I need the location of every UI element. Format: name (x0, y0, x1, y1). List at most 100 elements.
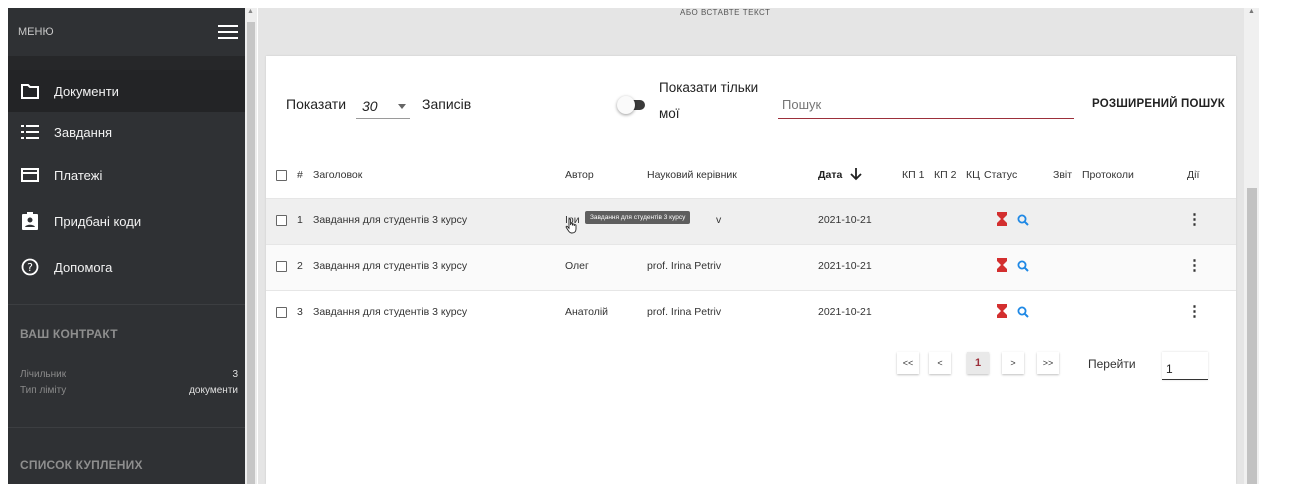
page-last-button[interactable]: >> (1037, 352, 1059, 374)
search-icon[interactable] (1017, 213, 1029, 231)
row-checkbox[interactable] (276, 215, 287, 226)
col-report: Звіт (1053, 169, 1073, 181)
sidebar: МЕНЮ Документи Завдання Платежі Придбані… (8, 8, 256, 484)
hamburger-icon[interactable] (218, 25, 238, 39)
row-supervisor: v (716, 214, 722, 226)
help-icon: ? (20, 257, 40, 277)
col-kp2: КП 2 (934, 169, 957, 181)
sidebar-item-help[interactable]: ? Допомога (8, 244, 256, 290)
row-title[interactable]: Завдання для студентів 3 курсу (313, 260, 467, 272)
sidebar-separator (8, 427, 256, 428)
badge-icon (20, 211, 40, 231)
table-header: # Заголовок Автор Науковий керівник Дата… (266, 152, 1236, 198)
hourglass-icon (997, 258, 1007, 277)
sidebar-item-label: Придбані коди (54, 213, 142, 229)
col-title[interactable]: Заголовок (313, 169, 362, 181)
hourglass-icon (997, 212, 1007, 231)
sidebar-item-documents[interactable]: Документи (8, 70, 256, 112)
row-title[interactable]: Завдання для студентів 3 курсу (313, 306, 467, 318)
table-toolbar: Показати 30 Записів Показати тільки мої … (266, 56, 1236, 152)
more-vert-icon[interactable]: ⋮ (1187, 210, 1202, 228)
contract-counter: Лічильник 3 (8, 367, 256, 383)
show-label: Показати (286, 96, 347, 112)
more-vert-icon[interactable]: ⋮ (1187, 256, 1202, 274)
hand-cursor-icon (565, 218, 579, 239)
purchased-list-title: СПИСОК КУПЛЕНИХ (20, 458, 143, 472)
col-author[interactable]: Автор (565, 169, 594, 181)
row-checkbox[interactable] (276, 261, 287, 272)
card-icon (20, 165, 40, 185)
row-title[interactable]: Завдання для студентів 3 курсу (313, 214, 467, 226)
paste-text-label: АБО ВСТАВТЕ ТЕКСТ (680, 8, 771, 17)
counter-value: 3 (232, 369, 238, 380)
limit-value: документи (189, 385, 238, 396)
sidebar-separator (8, 304, 256, 305)
row-date: 2021-10-21 (818, 260, 872, 272)
scrollbar-thumb[interactable] (1247, 188, 1257, 484)
sidebar-scrollbar[interactable]: ▲ (245, 8, 257, 484)
folder-icon (20, 81, 40, 101)
contract-title: ВАШ КОНТРАКТ (20, 327, 118, 341)
row-checkbox[interactable] (276, 307, 287, 318)
sidebar-divider (8, 56, 256, 70)
row-date: 2021-10-21 (818, 214, 872, 226)
page-prev-button[interactable]: < (929, 352, 951, 374)
scrollbar-thumb[interactable] (247, 22, 255, 484)
row-num: 2 (297, 260, 303, 272)
col-kp1: КП 1 (902, 169, 925, 181)
toggle-knob (617, 96, 635, 114)
table-row[interactable]: 2 Завдання для студентів 3 курсу Олег pr… (266, 244, 1236, 290)
only-mine-label-line1: Показати тільки (659, 80, 759, 95)
menu-label: МЕНЮ (18, 26, 54, 38)
tooltip: Завдання для студентів 3 курсу (585, 211, 691, 224)
row-date: 2021-10-21 (818, 306, 872, 318)
col-protocols: Протоколи (1082, 169, 1134, 181)
col-num: # (297, 169, 303, 181)
col-status: Статус (984, 169, 1018, 181)
hourglass-icon (997, 304, 1007, 323)
col-date[interactable]: Дата (818, 169, 842, 181)
main-content: АБО ВСТАВТЕ ТЕКСТ Показати 30 Записів По… (258, 8, 1244, 484)
page-size-select[interactable]: 30 (356, 93, 410, 119)
svg-text:?: ? (27, 261, 33, 274)
advanced-search-button[interactable]: РОЗШИРЕНИЙ ПОШУК (1092, 98, 1225, 110)
page-first-button[interactable]: << (897, 352, 919, 374)
row-num: 1 (297, 214, 303, 226)
sidebar-item-label: Допомога (54, 259, 113, 275)
arrow-down-icon[interactable] (849, 167, 863, 186)
only-mine-toggle[interactable] (617, 96, 645, 114)
table-row[interactable]: 1 Завдання для студентів 3 курсу Іри v 2… (266, 198, 1236, 244)
col-actions: Дії (1187, 169, 1200, 181)
col-supervisor[interactable]: Науковий керівник (647, 169, 737, 181)
sidebar-item-purchased-codes[interactable]: Придбані коди (8, 198, 256, 244)
sidebar-item-payments[interactable]: Платежі (8, 152, 256, 198)
sidebar-item-tasks[interactable]: Завдання (8, 112, 256, 152)
search-icon[interactable] (1017, 259, 1029, 277)
main-scrollbar[interactable]: ▲ (1244, 8, 1259, 484)
goto-page-input[interactable]: 1 (1162, 352, 1208, 380)
menu-header: МЕНЮ (8, 8, 256, 56)
scroll-up-icon[interactable]: ▲ (247, 8, 254, 15)
sidebar-item-label: Завдання (54, 124, 113, 140)
limit-label: Тип ліміту (20, 385, 67, 396)
row-num: 3 (297, 306, 303, 318)
row-supervisor: prof. Irina Petriv (647, 306, 722, 318)
row-supervisor: prof. Irina Petriv (647, 260, 722, 272)
search-input[interactable] (778, 91, 1074, 119)
paste-text-area[interactable]: АБО ВСТАВТЕ ТЕКСТ (258, 8, 1244, 46)
more-vert-icon[interactable]: ⋮ (1187, 302, 1202, 320)
page-size-value: 30 (362, 98, 378, 114)
page-current-button[interactable]: 1 (967, 352, 989, 374)
counter-label: Лічильник (20, 369, 67, 380)
documents-card: Показати 30 Записів Показати тільки мої … (266, 56, 1236, 484)
table-row[interactable]: 3 Завдання для студентів 3 курсу Анатолі… (266, 290, 1236, 336)
contract-limit: Тип ліміту документи (8, 383, 256, 399)
page-next-button[interactable]: > (1002, 352, 1024, 374)
search-icon[interactable] (1017, 305, 1029, 323)
records-label: Записів (422, 96, 472, 112)
only-mine-label-line2: мої (659, 106, 680, 121)
sidebar-item-label: Платежі (54, 167, 103, 183)
list-icon (20, 122, 40, 142)
scroll-up-icon[interactable]: ▲ (1248, 8, 1255, 15)
select-all-checkbox[interactable] (276, 170, 287, 181)
